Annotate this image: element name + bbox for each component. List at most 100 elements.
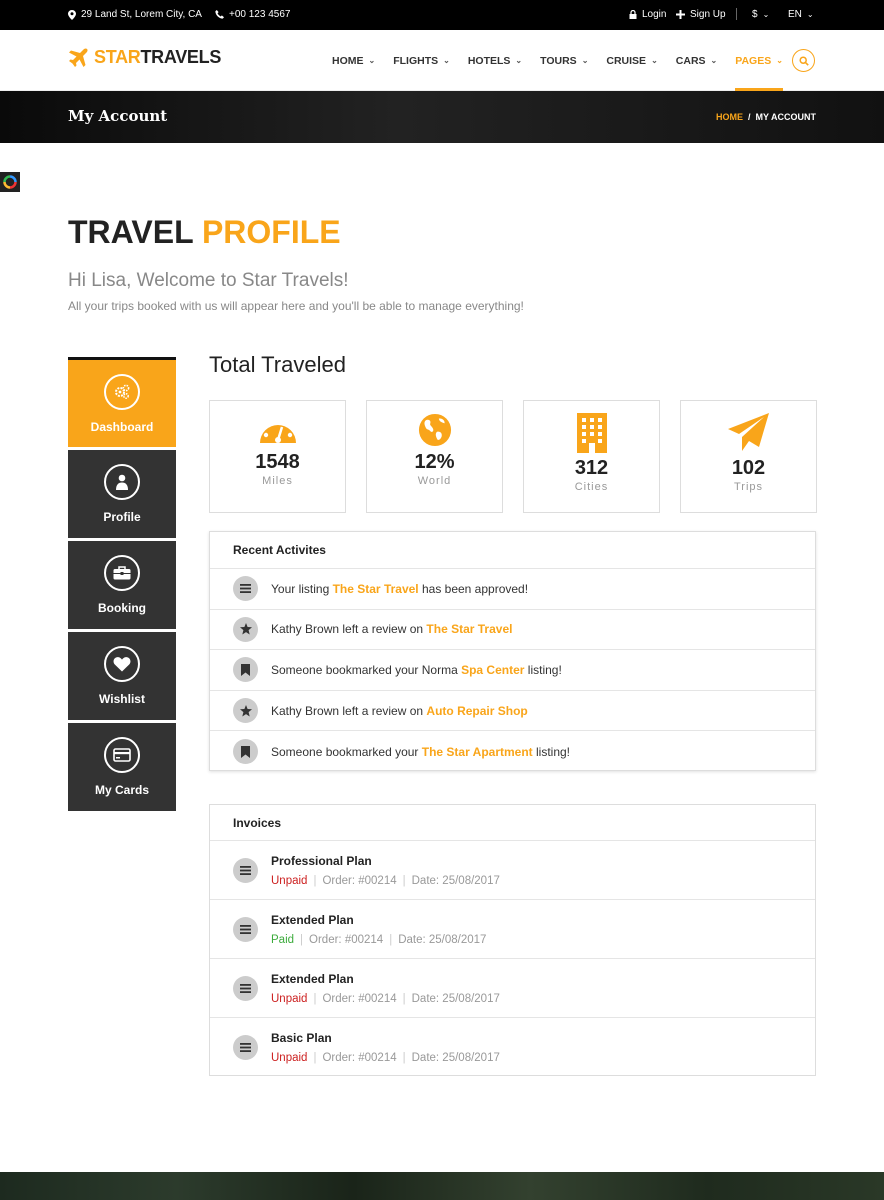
breadcrumb-current: MY ACCOUNT [755, 112, 817, 122]
nav-label: PAGES [735, 54, 772, 67]
sidebar-item-my-cards[interactable]: My Cards [68, 723, 176, 811]
activity-item: Kathy Brown left a review on Auto Repair… [210, 691, 815, 732]
divider: | [402, 1052, 406, 1064]
nav-label: FLIGHTS [393, 54, 439, 67]
activity-item: Kathy Brown left a review on The Star Tr… [210, 610, 815, 651]
star-icon [233, 698, 258, 724]
nav-home[interactable]: HOME ⌄ [332, 30, 375, 91]
invoice-item[interactable]: Extended Plan Paid | Order: #00214 | Date:… [210, 900, 815, 959]
stat-caption: Trips [733, 481, 764, 493]
language-select[interactable]: EN ⌄ [788, 9, 814, 20]
color-wheel-icon [3, 175, 17, 189]
invoice-meta: Unpaid | Order: #00214 | Date: 25/08/2017 [271, 1052, 500, 1064]
language-value: EN [788, 9, 802, 20]
phone-info[interactable]: +00 123 4567 [215, 9, 290, 20]
credit-card-icon [104, 737, 140, 773]
nav-flights[interactable]: FLIGHTS ⌄ [393, 30, 450, 91]
invoice-plan-name: Professional Plan [271, 853, 372, 868]
invoice-meta: Unpaid | Order: #00214 | Date: 25/08/2017 [271, 993, 500, 1005]
logo[interactable]: STARTRAVELS [68, 47, 221, 68]
chevron-down-icon: ⌄ [581, 56, 589, 65]
invoice-meta: Paid | Order: #00214 | Date: 25/08/2017 [271, 934, 486, 946]
invoice-order: Order: #00214 [322, 874, 397, 887]
phone-text: +00 123 4567 [229, 9, 291, 20]
invoice-order: Order: #00214 [322, 992, 397, 1005]
sidebar-item-profile[interactable]: Profile [68, 450, 176, 538]
activity-link[interactable]: Spa Center [461, 663, 524, 677]
currency-select[interactable]: $ ⌄ [752, 9, 769, 20]
breadcrumb-separator: / [747, 112, 751, 122]
briefcase-icon [104, 555, 140, 591]
activity-item: Someone bookmarked your The Star Apartme… [210, 731, 815, 772]
activity-text: Your listing The Star Travel has been ap… [271, 582, 528, 596]
brand-travels: TRAVELS [140, 47, 222, 67]
activity-text: Someone bookmarked your Norma Spa Center… [271, 663, 562, 677]
user-icon [104, 464, 140, 500]
activity-link[interactable]: Auto Repair Shop [426, 704, 527, 718]
bookmark-icon [233, 657, 258, 683]
map-pin-icon [68, 9, 76, 20]
login-label: Login [642, 9, 667, 20]
list-icon [233, 1035, 258, 1060]
invoice-item[interactable]: Professional Plan Unpaid | Order: #00214 |… [210, 841, 815, 900]
invoice-status: Unpaid [271, 874, 308, 887]
activity-text-pre: Someone bookmarked your Norma [271, 662, 462, 677]
invoice-date: Date: 25/08/2017 [411, 992, 500, 1005]
lock-icon [629, 10, 637, 19]
main-header: STARTRAVELS HOME ⌄ FLIGHTS ⌄ HOTELS ⌄ TOURS… [0, 30, 884, 91]
stat-card-cities: 312 Cities [523, 400, 660, 513]
nav-tours[interactable]: TOURS ⌄ [540, 30, 588, 91]
invoices-panel: Invoices Professional Plan Unpaid | Order… [209, 804, 816, 1076]
invoice-item[interactable]: Extended Plan Unpaid | Order: #00214 | Dat… [210, 959, 815, 1018]
list-icon [233, 576, 258, 602]
nav-pages[interactable]: PAGES ⌄ [735, 30, 783, 91]
activity-link[interactable]: The Star Travel [333, 582, 419, 596]
color-switcher-button[interactable] [0, 172, 20, 192]
profile-heading-accent: PROFILE [201, 214, 341, 250]
nav-cars[interactable]: CARS ⌄ [676, 30, 717, 91]
globe-icon [418, 413, 451, 447]
nav-cruise[interactable]: CRUISE ⌄ [606, 30, 657, 91]
welcome-subtext: All your trips booked with us will appea… [68, 299, 524, 313]
invoice-status: Unpaid [271, 992, 308, 1005]
invoice-date: Date: 25/08/2017 [411, 874, 500, 887]
paper-plane-icon [727, 413, 769, 451]
activity-text: Someone bookmarked your The Star Apartme… [271, 745, 570, 759]
activity-text-pre: Kathy Brown left a review on [271, 703, 427, 718]
sidebar-item-dashboard[interactable]: Dashboard [68, 357, 176, 447]
invoice-plan-name: Basic Plan [271, 1031, 332, 1045]
invoice-date: Date: 25/08/2017 [398, 933, 487, 946]
sidebar-item-label: Dashboard [90, 419, 154, 434]
stat-value: 102 [731, 457, 766, 479]
nav-hotels[interactable]: HOTELS ⌄ [468, 30, 522, 91]
activity-link[interactable]: The Star Apartment [422, 745, 533, 759]
phone-icon [215, 10, 224, 19]
invoice-order: Order: #00214 [322, 1052, 397, 1064]
breadcrumb-home[interactable]: HOME [716, 112, 743, 122]
nav-label: HOME [332, 54, 364, 67]
account-sidebar: Dashboard Profile Booking Wishlist My Ca… [68, 357, 176, 814]
sidebar-item-label: Wishlist [99, 692, 145, 706]
signup-label: Sign Up [690, 9, 726, 20]
search-button[interactable] [792, 49, 815, 72]
invoice-item[interactable]: Basic Plan Unpaid | Order: #00214 | Date: … [210, 1018, 815, 1077]
stat-caption: Miles [262, 475, 293, 487]
plus-icon [676, 10, 685, 19]
stat-card-miles: 1548 Miles [209, 400, 346, 513]
profile-heading-dark: TRAVEL [68, 214, 194, 250]
address-text: 29 Land St, Lorem City, CA [81, 9, 202, 20]
sidebar-item-wishlist[interactable]: Wishlist [68, 632, 176, 720]
nav-label: TOURS [540, 54, 577, 67]
chevron-down-icon: ⌄ [651, 56, 658, 65]
activity-link[interactable]: The Star Travel [426, 622, 512, 636]
total-traveled-title: Total Traveled [209, 352, 346, 377]
sidebar-item-booking[interactable]: Booking [68, 541, 176, 629]
chevron-down-icon: ⌄ [710, 56, 718, 65]
nav-label: CARS [675, 54, 706, 67]
signup-link[interactable]: Sign Up [676, 9, 726, 20]
activity-text-post: listing! [524, 662, 562, 677]
star-icon [233, 616, 258, 642]
activity-text: Kathy Brown left a review on The Star Tr… [271, 622, 512, 636]
login-link[interactable]: Login [629, 9, 666, 20]
heart-icon [104, 646, 140, 682]
